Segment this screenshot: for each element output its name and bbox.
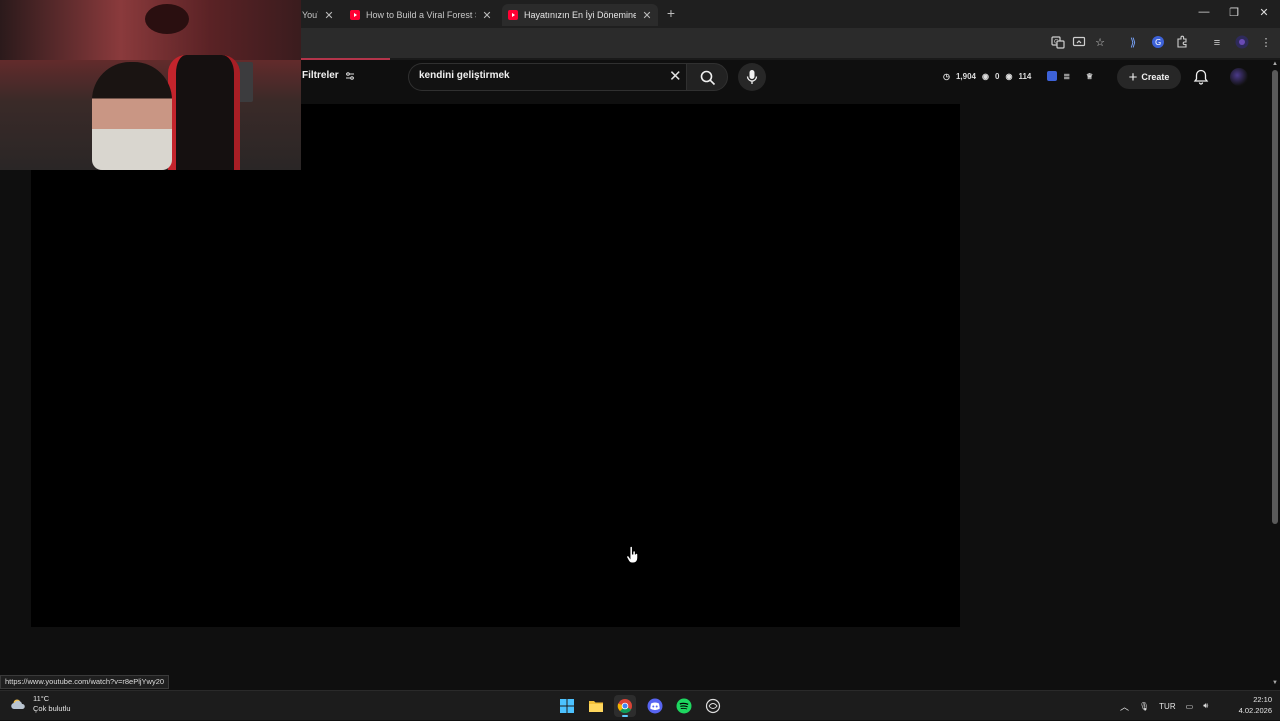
profile-avatar[interactable] — [1234, 35, 1250, 51]
discord-button[interactable] — [644, 695, 666, 717]
file-explorer-button[interactable] — [585, 695, 607, 717]
menu-icon[interactable]: ⋮ — [1258, 35, 1274, 51]
weather-temp: 11°C — [33, 694, 50, 703]
spotify-icon — [676, 698, 692, 714]
reading-list-icon[interactable]: ≡ — [1209, 35, 1225, 51]
mic-tray-icon[interactable]: 🎙︎ — [1139, 702, 1149, 711]
create-button[interactable]: + Create — [1117, 65, 1181, 89]
browser-tab-active[interactable]: Hayatınızın En İyi Dönemine Gir ✕ — [502, 4, 658, 26]
chrome-icon — [617, 699, 632, 714]
close-window-icon[interactable]: ✕ — [1256, 6, 1272, 19]
cast-icon[interactable] — [1071, 35, 1087, 51]
translate-icon[interactable]: G — [1050, 35, 1066, 51]
clear-search-icon[interactable]: ✕ — [669, 67, 682, 85]
start-button[interactable] — [556, 695, 578, 717]
scroll-down-icon[interactable]: ▼ — [1272, 680, 1278, 686]
webcam-lamp — [145, 4, 189, 34]
volume-icon[interactable]: 🔊︎ — [1203, 701, 1208, 711]
extension-icon[interactable]: G — [1150, 35, 1166, 51]
filters-label: Filtreler — [302, 70, 339, 81]
webcam-person — [92, 62, 172, 170]
status-url-bubble: https://www.youtube.com/watch?v=r8ePljYw… — [0, 675, 170, 689]
page-scrollbar[interactable]: ▲ ▼ — [1270, 60, 1280, 690]
stat-eye2: 114 — [1018, 71, 1032, 81]
browser-tab[interactable]: How to Build a Viral Forest Surv ✕ — [344, 4, 498, 26]
search-button[interactable] — [686, 63, 728, 91]
filters-button[interactable]: Filtreler — [302, 70, 355, 81]
create-label: Create — [1141, 72, 1170, 82]
eye-icon: ◉ — [982, 71, 989, 81]
tab-title: How to Build a Viral Forest Surv — [366, 10, 476, 20]
scroll-up-icon[interactable]: ▲ — [1272, 61, 1278, 67]
windows-icon — [560, 699, 574, 713]
windows-taskbar: 11°C Çok bulutlu ︿ 🎙︎ TUR ▭ 🔊︎ 22:10 4.0… — [0, 690, 1280, 720]
list-icon[interactable]: ≣ — [1063, 72, 1070, 81]
star-icon[interactable]: ☆ — [1092, 35, 1108, 51]
hand-cursor-icon — [626, 546, 639, 564]
spotify-button[interactable] — [673, 695, 695, 717]
cloud-icon — [11, 699, 25, 709]
plus-icon: + — [1128, 68, 1138, 86]
network-icon[interactable]: ▭ — [1186, 702, 1194, 711]
extensions-icon[interactable] — [1174, 35, 1190, 51]
clock-date: 4.02.2026 — [1238, 706, 1272, 715]
tab-title: YouT — [302, 10, 318, 20]
new-tab-icon[interactable]: + — [664, 5, 678, 21]
account-avatar[interactable] — [1230, 68, 1248, 86]
restore-icon[interactable]: ❐ — [1226, 6, 1242, 19]
search-icon — [700, 70, 716, 86]
system-tray: ︿ 🎙︎ TUR ▭ 🔊︎ — [1120, 691, 1208, 721]
voice-search-button[interactable] — [738, 63, 766, 91]
chevron-up-icon[interactable]: ︿ — [1120, 700, 1129, 713]
close-icon[interactable]: ✕ — [324, 9, 334, 22]
stat-eye1: 0 — [995, 71, 1000, 81]
clock[interactable]: 22:10 4.02.2026 — [1228, 694, 1272, 716]
tab-title: Hayatınızın En İyi Dönemine Gir — [524, 10, 636, 20]
clock-time: 22:10 — [1253, 695, 1272, 704]
search-box[interactable]: kendini geliştirmek ✕ — [408, 63, 686, 91]
youtube-icon — [350, 10, 360, 20]
extension-stats: ◷ 1,904 ◉ 0 ◉ 114 ≣ ♕ — [943, 71, 1093, 81]
scrollbar-thumb[interactable] — [1272, 70, 1278, 524]
webcam-chair — [168, 55, 240, 170]
minimize-icon[interactable]: — — [1196, 6, 1212, 18]
discord-icon — [647, 698, 663, 714]
folder-icon — [589, 701, 603, 712]
search-input[interactable]: kendini geliştirmek — [419, 70, 510, 81]
trophy-icon[interactable]: ♕ — [1086, 72, 1093, 81]
language-indicator[interactable]: TUR — [1159, 702, 1175, 711]
sliders-icon — [345, 71, 354, 80]
close-icon[interactable]: ✕ — [482, 9, 492, 22]
weather-desc: Çok bulutlu — [33, 704, 71, 713]
eye-icon: ◉ — [1005, 71, 1013, 81]
video-player[interactable] — [31, 104, 960, 627]
webcam-overlay — [0, 0, 301, 170]
youtube-icon — [508, 10, 518, 20]
clock-icon: ◷ — [943, 71, 950, 81]
mic-icon — [746, 70, 758, 84]
browser-tab[interactable]: YouT ✕ — [296, 4, 340, 26]
extension-icon[interactable]: ⟫ — [1125, 35, 1141, 51]
close-icon[interactable]: ✕ — [642, 9, 652, 22]
weather-widget[interactable]: 11°C Çok bulutlu — [10, 694, 71, 714]
app-icon — [705, 698, 721, 714]
extension-badge-icon[interactable] — [1047, 71, 1058, 81]
stat-time: 1,904 — [955, 71, 977, 81]
app-button[interactable] — [702, 695, 724, 717]
chrome-button[interactable] — [614, 695, 636, 717]
bell-icon[interactable] — [1193, 69, 1209, 85]
svg-text:G: G — [1155, 38, 1161, 47]
